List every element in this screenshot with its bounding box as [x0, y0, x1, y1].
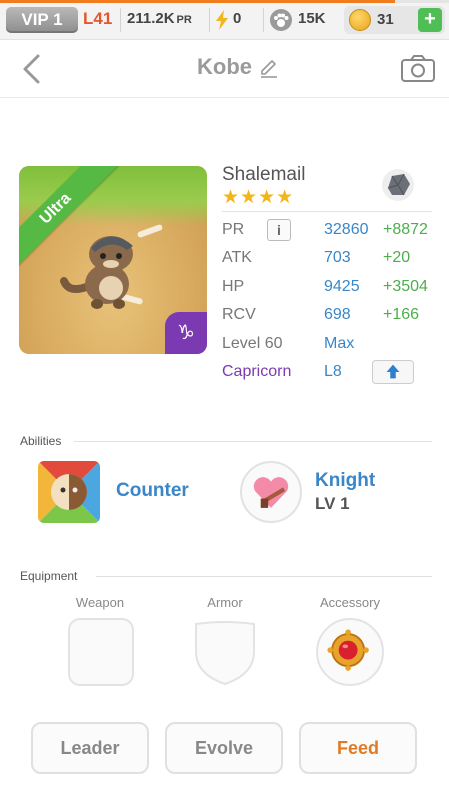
xp-progress-bar: [0, 0, 449, 3]
stat-value: 703: [324, 249, 351, 266]
stat-bonus: +166: [383, 306, 420, 323]
divider: [263, 8, 264, 32]
capricorn-icon: ♑: [165, 312, 207, 354]
divider: [222, 211, 432, 212]
paw-icon: [270, 9, 292, 31]
pet-portrait[interactable]: Ultra ♑: [19, 166, 207, 354]
star-rating: ★★★★: [222, 187, 295, 208]
power-value: 211.2K: [127, 10, 175, 27]
divider: [96, 576, 432, 577]
abilities-section-label: Abilities: [20, 434, 62, 448]
stat-row-hp: HP 9425 +3504: [222, 273, 437, 301]
ruby-amulet-icon: [327, 629, 369, 671]
stat-row-pr: PR i 32860 +8872: [222, 216, 437, 244]
weapon-slot-label: Weapon: [75, 595, 125, 610]
evolve-button[interactable]: Evolve: [165, 722, 283, 774]
food-value: 15K: [298, 10, 326, 27]
pet-sprite: [60, 224, 163, 309]
armor-slot[interactable]: [192, 618, 258, 686]
stat-row-atk: ATK 703 +20: [222, 244, 437, 272]
stat-label: RCV: [222, 306, 256, 323]
divider: [120, 8, 121, 32]
pet-nickname: Kobe: [197, 54, 252, 79]
stat-value: 9425: [324, 278, 360, 295]
stat-bonus: +8872: [383, 221, 428, 238]
top-status-bar: VIP 1 L41 211.2K PR 0 15K 31 +: [0, 0, 449, 40]
divider: [209, 8, 210, 32]
info-button[interactable]: i: [267, 219, 291, 241]
zodiac-upgrade-button[interactable]: [372, 360, 414, 384]
zodiac-label: Capricorn: [222, 363, 292, 380]
feed-button[interactable]: Feed: [299, 722, 417, 774]
leader-button[interactable]: Leader: [31, 722, 149, 774]
edit-pencil-icon[interactable]: [258, 57, 280, 79]
ability-name[interactable]: Counter: [116, 480, 189, 502]
camera-icon[interactable]: [400, 54, 436, 84]
accessory-slot[interactable]: [316, 618, 384, 686]
equipment-section-label: Equipment: [20, 569, 78, 583]
coins-value: 31: [377, 11, 394, 28]
stat-value: 32860: [324, 221, 369, 238]
level-label: Level 60: [222, 335, 283, 352]
accessory-slot-label: Accessory: [320, 595, 380, 610]
weapon-slot[interactable]: [68, 618, 134, 686]
lightning-icon: [216, 10, 228, 30]
pet-species-name: Shalemail: [222, 164, 306, 185]
class-level: LV 1: [315, 494, 350, 513]
stat-row-zodiac: Capricorn L8: [222, 358, 437, 386]
xp-progress-fill: [0, 0, 396, 3]
armor-slot-label: Armor: [207, 595, 243, 610]
class-name[interactable]: Knight: [315, 470, 375, 492]
stat-value: 698: [324, 306, 351, 323]
add-coins-button[interactable]: +: [418, 8, 442, 32]
divider: [74, 441, 432, 442]
power-unit: PR: [176, 14, 192, 26]
knight-class-icon[interactable]: [240, 461, 302, 523]
level-value: Max: [324, 335, 355, 352]
player-level: L41: [83, 9, 113, 28]
counter-ability-icon[interactable]: [38, 461, 100, 523]
arrow-up-icon: [386, 364, 400, 379]
power-rating: 211.2K PR: [127, 10, 192, 27]
zodiac-level: L8: [324, 363, 342, 380]
header: Kobe: [0, 40, 449, 98]
stat-bonus: +3504: [383, 278, 428, 295]
stat-label: HP: [222, 278, 245, 295]
vip-badge[interactable]: VIP 1: [6, 7, 78, 33]
stat-row-level: Level 60 Max: [222, 330, 437, 358]
coin-icon: [349, 9, 371, 31]
stat-label: PR: [222, 221, 245, 238]
rock-element-icon: [382, 169, 414, 201]
stat-bonus: +20: [383, 249, 411, 266]
stat-label: ATK: [222, 249, 252, 266]
coins-box: 31 +: [344, 6, 445, 34]
stat-row-rcv: RCV 698 +166: [222, 301, 437, 329]
energy-value: 0: [233, 10, 242, 27]
